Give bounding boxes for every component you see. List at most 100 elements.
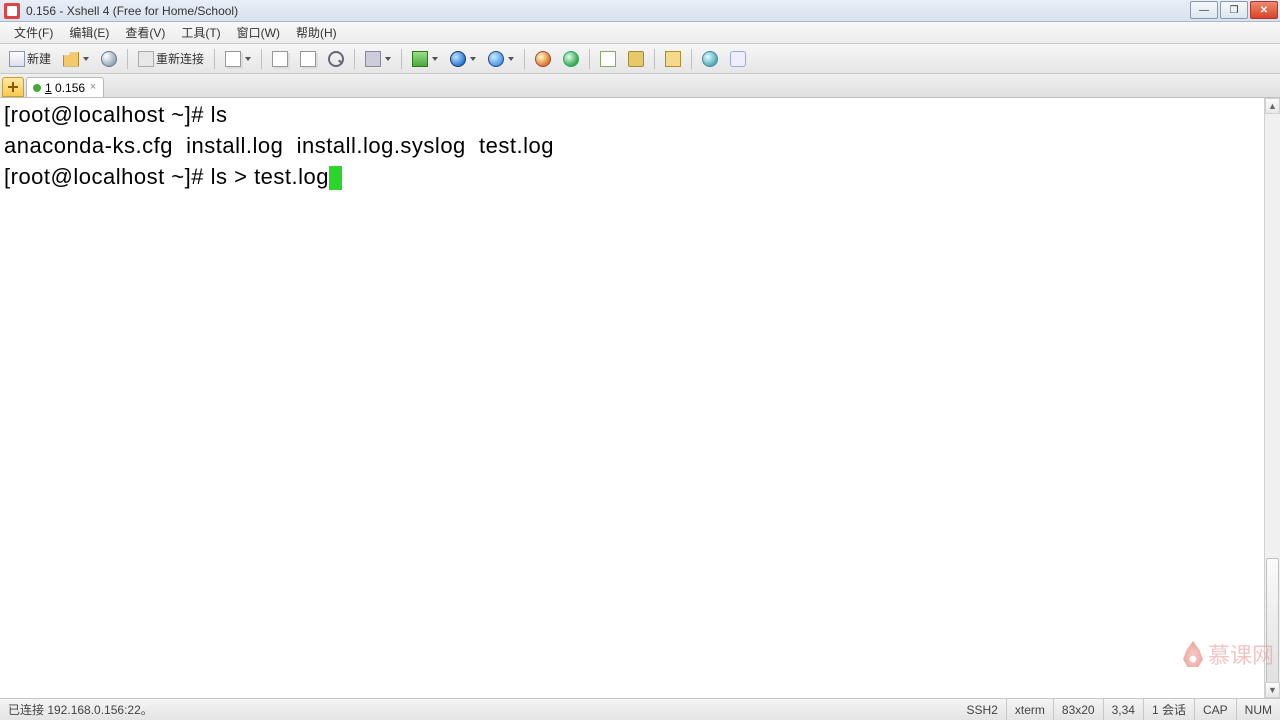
paste-icon (300, 51, 316, 67)
tab-bar: 1 0.156 × (0, 74, 1280, 98)
separator (401, 49, 402, 69)
transfer-button[interactable] (407, 48, 443, 70)
link-icon (101, 51, 117, 67)
terminal-area: [root@localhost ~]# ls anaconda-ks.cfg i… (0, 98, 1280, 698)
minimize-button[interactable]: — (1190, 1, 1218, 19)
tab-close-button[interactable]: × (87, 81, 99, 93)
separator (691, 49, 692, 69)
chat-button[interactable] (725, 48, 751, 70)
scroll-down-button[interactable]: ▼ (1265, 682, 1280, 698)
box-icon (412, 51, 428, 67)
tile-button[interactable] (595, 48, 621, 70)
properties-button[interactable] (220, 48, 256, 70)
status-bar: 已连接 192.168.0.156:22。 SSH2 xterm 83x20 3… (0, 698, 1280, 720)
separator (589, 49, 590, 69)
separator (127, 49, 128, 69)
globe2-button[interactable] (483, 48, 519, 70)
disconnect-icon (535, 51, 551, 67)
globe-button[interactable] (445, 48, 481, 70)
help-icon (702, 51, 718, 67)
copy-icon (272, 51, 288, 67)
reconnect-button[interactable]: 重新连接 (133, 48, 209, 70)
tab-session[interactable]: 1 0.156 × (26, 77, 104, 97)
plus-icon (8, 82, 18, 92)
status-num: NUM (1237, 699, 1280, 720)
chevron-down-icon (470, 57, 476, 61)
copy-button[interactable] (267, 48, 293, 70)
reconnect-icon (138, 51, 154, 67)
separator (524, 49, 525, 69)
find-button[interactable] (323, 48, 349, 70)
terminal[interactable]: [root@localhost ~]# ls anaconda-ks.cfg i… (0, 98, 1280, 195)
window-controls: — ❐ ✕ (1190, 0, 1280, 21)
flame-icon (1182, 641, 1204, 667)
output-line: anaconda-ks.cfg install.log install.log.… (4, 133, 554, 158)
folder-button[interactable] (660, 48, 686, 70)
prompt: [root@localhost ~]# (4, 164, 211, 189)
menu-tools[interactable]: 工具(T) (173, 22, 228, 43)
window-title: 0.156 - Xshell 4 (Free for Home/School) (24, 4, 1190, 18)
chevron-down-icon (385, 57, 391, 61)
globe-icon (450, 51, 466, 67)
separator (261, 49, 262, 69)
command: ls (211, 102, 228, 127)
link-button[interactable] (96, 48, 122, 70)
tab-title: 1 0.156 (45, 81, 85, 95)
reconnect-label: 重新连接 (156, 50, 204, 67)
print-button[interactable] (360, 48, 396, 70)
folder-icon (665, 51, 681, 67)
maximize-button[interactable]: ❐ (1220, 1, 1248, 19)
open-button[interactable] (58, 48, 94, 70)
menu-bar: 文件(F) 编辑(E) 查看(V) 工具(T) 窗口(W) 帮助(H) (0, 22, 1280, 44)
menu-edit[interactable]: 编辑(E) (61, 22, 117, 43)
chevron-down-icon (245, 57, 251, 61)
close-button[interactable]: ✕ (1250, 1, 1278, 19)
properties-icon (225, 51, 241, 67)
globe-icon (488, 51, 504, 67)
prompt: [root@localhost ~]# (4, 102, 211, 127)
scroll-thumb[interactable] (1266, 558, 1279, 688)
command: ls > test.log (211, 164, 329, 189)
menu-file[interactable]: 文件(F) (6, 22, 61, 43)
scroll-up-button[interactable]: ▲ (1265, 98, 1280, 114)
window-titlebar: 0.156 - Xshell 4 (Free for Home/School) … (0, 0, 1280, 22)
watermark: 慕课网 (1182, 638, 1274, 670)
paste-button[interactable] (295, 48, 321, 70)
chevron-down-icon (432, 57, 438, 61)
status-cap: CAP (1195, 699, 1237, 720)
status-size: 83x20 (1054, 699, 1104, 720)
status-cursor: 3,34 (1104, 699, 1144, 720)
menu-help[interactable]: 帮助(H) (288, 22, 345, 43)
connect-icon (563, 51, 579, 67)
search-icon (328, 51, 344, 67)
status-termtype: xterm (1007, 699, 1054, 720)
menu-window[interactable]: 窗口(W) (229, 22, 288, 43)
separator (654, 49, 655, 69)
menu-view[interactable]: 查看(V) (117, 22, 173, 43)
help-button[interactable] (697, 48, 723, 70)
new-label: 新建 (27, 50, 51, 67)
app-icon (4, 3, 20, 19)
status-connected: 已连接 192.168.0.156:22。 (0, 699, 161, 720)
open-icon (63, 51, 79, 67)
status-dot-icon (33, 84, 41, 92)
new-icon (9, 51, 25, 67)
print-icon (365, 51, 381, 67)
cursor (329, 166, 342, 190)
new-session-button[interactable]: 新建 (4, 48, 56, 70)
toolbar: 新建 重新连接 (0, 44, 1280, 74)
vertical-scrollbar[interactable]: ▲ ▼ (1264, 98, 1280, 698)
chevron-down-icon (83, 57, 89, 61)
chevron-down-icon (508, 57, 514, 61)
lock-button[interactable] (623, 48, 649, 70)
status-sessions: 1 会话 (1144, 699, 1195, 720)
separator (354, 49, 355, 69)
status-protocol: SSH2 (959, 699, 1007, 720)
lock-icon (628, 51, 644, 67)
new-tab-button[interactable] (2, 77, 24, 97)
disconnect-button[interactable] (530, 48, 556, 70)
chat-icon (730, 51, 746, 67)
grid-icon (600, 51, 616, 67)
separator (214, 49, 215, 69)
connect-button[interactable] (558, 48, 584, 70)
